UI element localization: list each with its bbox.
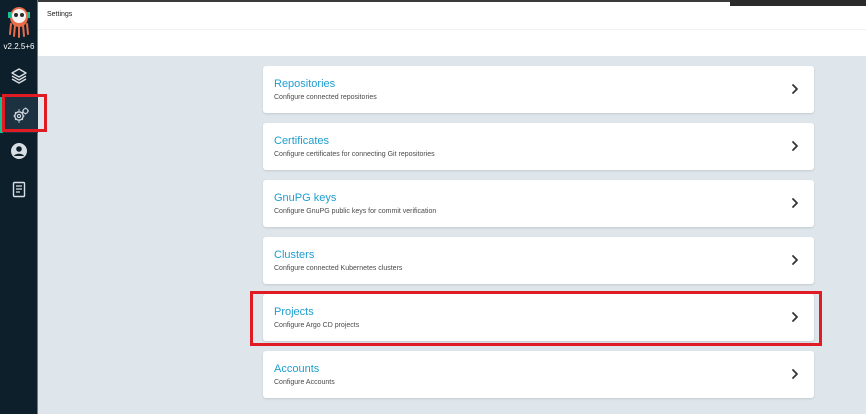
card-title: GnuPG keys [274,192,337,204]
top-right-bar [730,0,866,6]
argo-logo-icon[interactable] [7,6,31,38]
sidebar: v2.2.5+6 [0,0,47,414]
card-description: Configure certificates for connecting Gi… [274,151,435,158]
chevron-right-icon [792,312,798,322]
card-title: Clusters [274,249,315,261]
gear-icon [13,107,29,123]
settings-card-projects[interactable]: Projects Configure Argo CD projects [263,294,814,341]
settings-card-repositories[interactable]: Repositories Configure connected reposit… [263,66,814,113]
header-divider [38,29,866,30]
settings-card-certificates[interactable]: Certificates Configure certificates for … [263,123,814,170]
card-title: Certificates [274,135,330,147]
card-description: Configure connected Kubernetes clusters [274,265,403,272]
sidebar-item-settings[interactable] [0,97,38,133]
card-description: Configure connected repositories [274,94,377,101]
chevron-right-icon [792,255,798,265]
chevron-right-icon [792,141,798,151]
card-description: Configure Argo CD projects [274,322,360,329]
layers-icon [11,68,27,84]
card-title: Accounts [274,363,320,375]
card-title: Projects [274,306,314,318]
settings-card-gnupg-keys[interactable]: GnuPG keys Configure GnuPG public keys f… [263,180,814,227]
settings-card-clusters[interactable]: Clusters Configure connected Kubernetes … [263,237,814,284]
user-icon [11,143,27,159]
app-root: v2.2.5+6 Settings Repositories Configure… [0,0,866,414]
sidebar-item-user-info[interactable] [0,133,38,169]
chevron-right-icon [792,369,798,379]
settings-card-accounts[interactable]: Accounts Configure Accounts [263,351,814,398]
sidebar-item-documentation[interactable] [0,172,38,208]
card-description: Configure Accounts [274,379,335,386]
chevron-right-icon [792,198,798,208]
page-title: Settings [47,11,73,18]
card-title: Repositories [274,78,336,90]
version-label: v2.2.5+6 [3,42,35,51]
sidebar-item-applications[interactable] [0,58,38,94]
chevron-right-icon [792,84,798,94]
docs-icon [12,181,26,198]
card-description: Configure GnuPG public keys for commit v… [274,208,437,215]
